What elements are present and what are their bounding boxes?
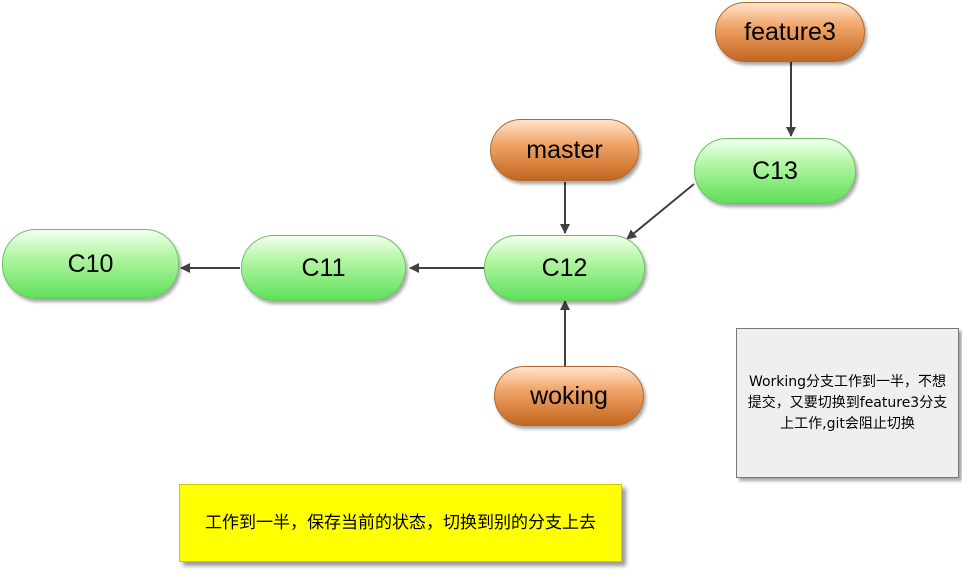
- sticky-note: 工作到一半，保存当前的状态，切换到别的分支上去: [179, 484, 622, 562]
- branch-woking-label: woking: [530, 381, 608, 410]
- commit-c10: C10: [2, 229, 179, 299]
- arrow-c13-to-c12: [626, 183, 695, 240]
- branch-woking: woking: [494, 366, 644, 426]
- note-box: Working分支工作到一半，不想提交，又要切换到feature3分支上工作,g…: [736, 328, 959, 478]
- sticky-text: 工作到一半，保存当前的状态，切换到别的分支上去: [205, 512, 596, 533]
- note-text: Working分支工作到一半，不想提交，又要切换到feature3分支上工作,g…: [747, 373, 948, 432]
- branch-feature3-label: feature3: [744, 17, 836, 46]
- branch-feature3: feature3: [715, 2, 865, 62]
- commit-c11: C11: [241, 235, 406, 301]
- commit-c12-label: C12: [541, 253, 588, 282]
- commit-c11-label: C11: [301, 253, 346, 282]
- commit-c12: C12: [484, 235, 645, 301]
- branch-master-label: master: [526, 135, 603, 164]
- branch-master: master: [490, 119, 639, 181]
- commit-c10-label: C10: [67, 249, 114, 278]
- commit-c13-label: C13: [752, 156, 798, 185]
- commit-c13: C13: [694, 138, 856, 204]
